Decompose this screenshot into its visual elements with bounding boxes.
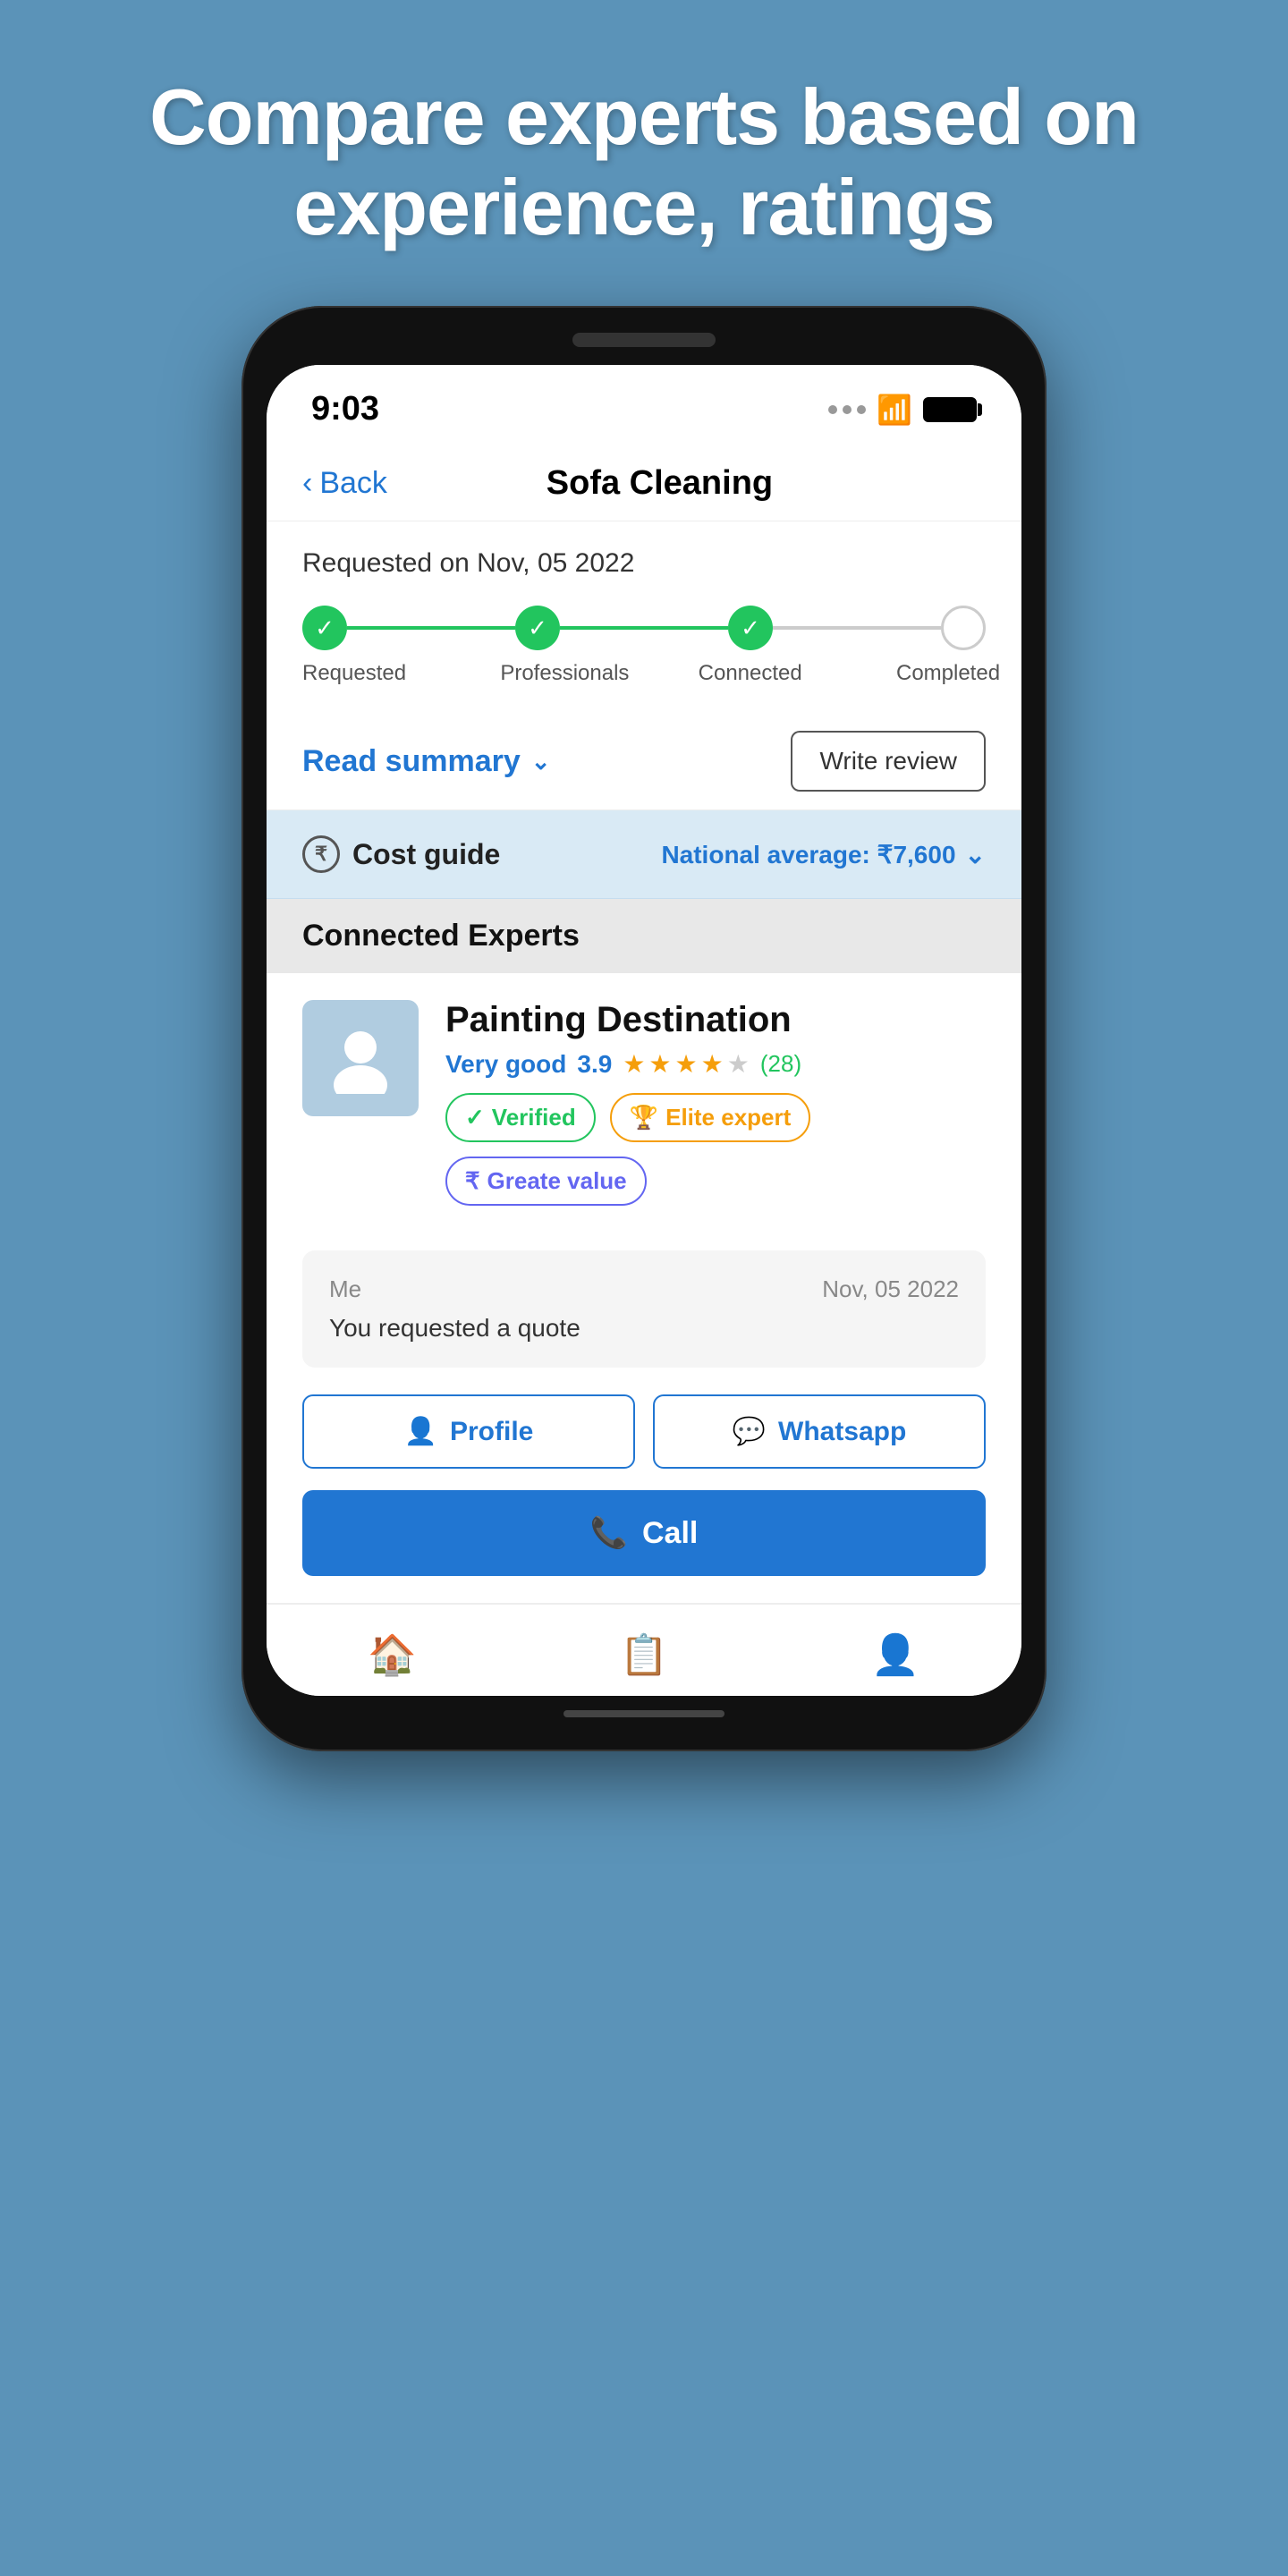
whatsapp-icon: 💬 — [733, 1416, 766, 1447]
expert-rating: Very good 3.9 ★ ★ ★ ★ ★ (28) — [445, 1049, 986, 1079]
rupee-icon: ₹ — [302, 835, 340, 873]
verified-label: Verified — [492, 1104, 576, 1131]
read-summary-button[interactable]: Read summary ⌄ — [302, 744, 551, 779]
chevron-down-icon: ⌄ — [531, 748, 551, 775]
dot1 — [828, 405, 837, 414]
status-time: 9:03 — [311, 390, 379, 428]
verified-badge: ✓ Verified — [445, 1093, 596, 1142]
page-title: Sofa Cleaning — [387, 464, 932, 503]
rating-number: 3.9 — [577, 1050, 612, 1079]
value-label: Greate value — [487, 1167, 627, 1195]
steps-row: ✓ ✓ ✓ — [302, 606, 986, 650]
home-icon: 🏠 — [368, 1631, 417, 1678]
message-card: Me Nov, 05 2022 You requested a quote — [302, 1250, 986, 1368]
cost-guide-left: ₹ Cost guide — [302, 835, 500, 873]
status-dots — [828, 405, 866, 414]
step-completed — [941, 606, 986, 650]
step-label-connected: Connected — [699, 661, 788, 686]
connector-1 — [347, 626, 515, 630]
dot2 — [843, 405, 852, 414]
bookings-icon: 📋 — [620, 1631, 669, 1678]
action-buttons: 👤 Profile 💬 Whatsapp — [267, 1394, 1021, 1469]
profile-button[interactable]: 👤 Profile — [302, 1394, 635, 1469]
message-meta: Me Nov, 05 2022 — [329, 1275, 959, 1303]
expert-info: Painting Destination Very good 3.9 ★ ★ ★… — [445, 1000, 986, 1206]
phone-speaker — [572, 333, 716, 347]
call-button[interactable]: 📞 Call — [302, 1490, 986, 1576]
review-count: (28) — [760, 1050, 801, 1078]
nav-bookings[interactable]: 📋 — [518, 1623, 769, 1687]
national-avg-label: National average: ₹7,600 — [661, 840, 955, 869]
dot3 — [857, 405, 866, 414]
step-label-professionals: Professionals — [500, 661, 589, 686]
star-2: ★ — [648, 1049, 671, 1079]
elite-label: Elite expert — [665, 1104, 791, 1131]
cost-guide-label: Cost guide — [352, 838, 500, 871]
back-button[interactable]: ‹ Back — [302, 466, 387, 501]
elite-badge: 🏆 Elite expert — [610, 1093, 811, 1142]
hero-title: Compare experts based on experience, rat… — [0, 0, 1288, 306]
chevron-down-icon: ⌄ — [965, 840, 986, 869]
badges: ✓ Verified 🏆 Elite expert ₹ Greate value — [445, 1093, 986, 1206]
expert-card: Painting Destination Very good 3.9 ★ ★ ★… — [267, 973, 1021, 1250]
star-3: ★ — [675, 1049, 698, 1079]
rating-label: Very good — [445, 1050, 566, 1079]
verified-icon: ✓ — [465, 1104, 485, 1131]
step-connected: ✓ — [728, 606, 773, 650]
nav-profile[interactable]: 👤 — [770, 1623, 1021, 1687]
connector-3 — [773, 626, 941, 630]
nav-home[interactable]: 🏠 — [267, 1623, 518, 1687]
status-icons: 📶 — [828, 393, 977, 427]
connected-experts-header: Connected Experts — [267, 899, 1021, 973]
step-professionals: ✓ — [515, 606, 560, 650]
phone-home-indicator — [564, 1710, 724, 1717]
progress-container: ✓ ✓ ✓ Requested Professionals Connected … — [302, 606, 986, 686]
step-requested: ✓ — [302, 606, 347, 650]
national-avg-button[interactable]: National average: ₹7,600 ⌄ — [661, 840, 986, 869]
connector-2 — [560, 626, 728, 630]
phone-screen: 9:03 📶 ‹ Back Sofa Cleaning Requeste — [267, 365, 1021, 1696]
message-date: Nov, 05 2022 — [822, 1275, 959, 1303]
whatsapp-button[interactable]: 💬 Whatsapp — [653, 1394, 986, 1469]
action-row: Read summary ⌄ Write review — [267, 713, 1021, 810]
expert-name: Painting Destination — [445, 1000, 986, 1040]
star-4: ★ — [701, 1049, 724, 1079]
value-badge: ₹ Greate value — [445, 1157, 647, 1206]
steps-labels: Requested Professionals Connected Comple… — [302, 661, 986, 686]
expert-avatar — [302, 1000, 419, 1116]
nav-bar: ‹ Back Sofa Cleaning — [267, 446, 1021, 521]
status-bar: 9:03 📶 — [267, 365, 1021, 446]
step-label-completed: Completed — [896, 661, 986, 686]
step-label-requested: Requested — [302, 661, 392, 686]
cost-guide-bar: ₹ Cost guide National average: ₹7,600 ⌄ — [267, 810, 1021, 899]
message-sender: Me — [329, 1275, 361, 1303]
call-icon: 📞 — [590, 1515, 628, 1551]
value-rupee-icon: ₹ — [465, 1167, 480, 1195]
battery-icon — [923, 397, 977, 422]
content-area: Requested on Nov, 05 2022 ✓ ✓ ✓ Requeste… — [267, 521, 1021, 686]
write-review-button[interactable]: Write review — [791, 731, 986, 792]
phone-mockup: 9:03 📶 ‹ Back Sofa Cleaning Requeste — [242, 306, 1046, 1751]
profile-label: Profile — [450, 1417, 533, 1447]
requested-date: Requested on Nov, 05 2022 — [302, 548, 986, 579]
back-label: Back — [319, 466, 387, 501]
hero-section: Compare experts based on experience, rat… — [0, 0, 1288, 306]
back-chevron-icon: ‹ — [302, 466, 312, 501]
trophy-icon: 🏆 — [630, 1104, 658, 1131]
read-summary-label: Read summary — [302, 744, 521, 779]
message-text: You requested a quote — [329, 1314, 959, 1343]
profile-nav-icon: 👤 — [871, 1631, 920, 1678]
star-1: ★ — [623, 1049, 645, 1079]
bottom-nav: 🏠 📋 👤 — [267, 1603, 1021, 1696]
wifi-icon: 📶 — [877, 393, 912, 427]
person-icon — [325, 1022, 396, 1094]
whatsapp-label: Whatsapp — [778, 1417, 906, 1447]
call-label: Call — [642, 1516, 698, 1551]
star-5: ★ — [727, 1049, 750, 1079]
profile-icon: 👤 — [404, 1416, 437, 1447]
expert-header: Painting Destination Very good 3.9 ★ ★ ★… — [302, 1000, 986, 1206]
stars: ★ ★ ★ ★ ★ — [623, 1049, 750, 1079]
